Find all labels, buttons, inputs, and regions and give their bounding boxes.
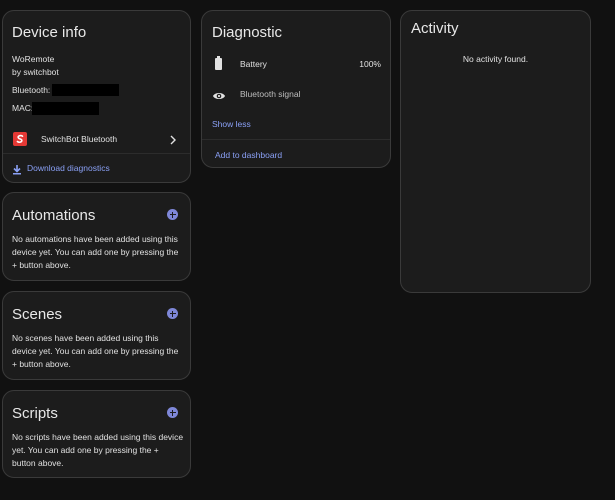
mac-value-redacted: [32, 102, 99, 115]
download-icon: [12, 162, 22, 180]
show-less-button[interactable]: Show less: [212, 119, 251, 129]
eye-icon: [212, 88, 226, 106]
diagnostic-title: Diagnostic: [212, 24, 283, 41]
battery-label: Battery: [240, 59, 267, 69]
chevron-right-icon: [169, 133, 177, 151]
bluetooth-label: Bluetooth:: [12, 85, 51, 95]
add-scene-button[interactable]: [167, 308, 178, 319]
add-script-button[interactable]: [167, 407, 178, 418]
diagnostic-divider: [202, 139, 390, 140]
battery-icon: [214, 56, 223, 75]
add-to-dashboard-button[interactable]: Add to dashboard: [215, 150, 282, 160]
automations-card: Automations No automations have been add…: [2, 192, 191, 281]
activity-card: Activity No activity found.: [400, 10, 591, 293]
device-model: WoRemote: [12, 54, 55, 64]
device-info-card: Device info WoRemote by switchbot Blueto…: [2, 10, 191, 183]
download-diagnostics-label: Download diagnostics: [27, 163, 110, 173]
device-info-divider: [3, 153, 190, 154]
integration-label: SwitchBot Bluetooth: [41, 134, 118, 144]
bluetooth-signal-label: Bluetooth signal: [240, 89, 301, 99]
scripts-title: Scripts: [12, 405, 58, 422]
download-diagnostics-button[interactable]: Download diagnostics: [12, 162, 122, 176]
activity-empty-text: No activity found.: [462, 54, 529, 64]
scenes-title: Scenes: [12, 306, 63, 323]
battery-row[interactable]: Battery 100%: [202, 55, 390, 75]
automations-empty-text: No automations have been added using thi…: [12, 234, 179, 270]
switchbot-logo-icon: [13, 132, 27, 146]
scripts-card: Scripts No scripts have been added using…: [2, 390, 191, 478]
battery-value: 100%: [359, 59, 381, 69]
integration-row[interactable]: SwitchBot Bluetooth: [3, 128, 190, 150]
scripts-empty-text: No scripts have been added using this de…: [12, 432, 184, 468]
activity-title: Activity: [411, 20, 459, 37]
automations-title: Automations: [12, 207, 96, 224]
scenes-empty-text: No scenes have been added using this dev…: [12, 333, 179, 369]
diagnostic-card: Diagnostic Battery 100% Bluetooth signal…: [201, 10, 391, 168]
device-info-title: Device info: [12, 24, 87, 41]
scenes-card: Scenes No scenes have been added using t…: [2, 291, 191, 380]
add-automation-button[interactable]: [167, 209, 178, 220]
bluetooth-signal-row[interactable]: Bluetooth signal: [202, 85, 390, 105]
device-manufacturer: by switchbot: [12, 67, 59, 77]
mac-label: MAC:: [12, 103, 34, 113]
bluetooth-value-redacted: [52, 84, 119, 96]
